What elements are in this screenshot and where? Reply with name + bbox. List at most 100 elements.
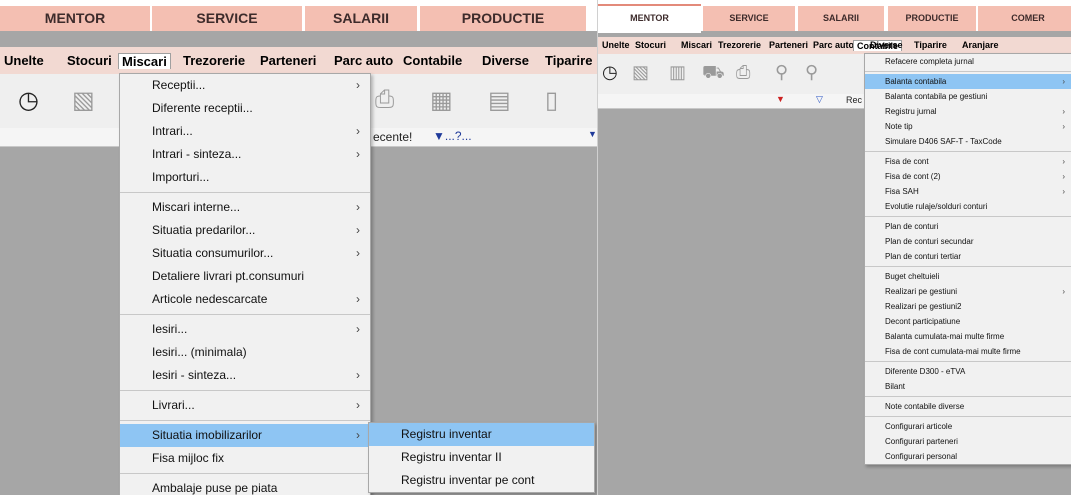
menu-trezorerie[interactable]: Trezorerie xyxy=(180,53,248,68)
clock-icon[interactable]: ◷ xyxy=(18,86,39,115)
menu-item-label: Diferente receptii... xyxy=(152,101,253,115)
menu-item-bilant[interactable]: Bilant xyxy=(865,379,1071,394)
dropdown-arrow-icon[interactable]: ▼ xyxy=(776,94,785,104)
submenu-item-registru-inventar-ii[interactable]: Registru inventar II xyxy=(369,446,594,469)
menu-item-label: Situatia consumurilor... xyxy=(152,246,274,260)
menu-item-iesiri[interactable]: Iesiri... › xyxy=(120,318,370,341)
menu-item-label: Detaliere livrari pt.consumuri xyxy=(152,269,305,283)
calculator-icon[interactable]: ▤ xyxy=(488,86,511,115)
menu-miscari[interactable]: Miscari xyxy=(118,53,171,69)
menu-item-simulare-d406-saf-t-taxcode[interactable]: Simulare D406 SAF-T - TaxCode xyxy=(865,134,1071,149)
menu-item-balanta-contabila[interactable]: Balanta contabila › xyxy=(865,74,1071,89)
menu-parteneri[interactable]: Parteneri xyxy=(766,40,811,50)
menu-item-fisa-de-cont[interactable]: Fisa de cont › xyxy=(865,154,1071,169)
filter-arrow-icon[interactable]: ▼ xyxy=(588,129,597,139)
menu-item-note-contabile-diverse[interactable]: Note contabile diverse xyxy=(865,399,1071,414)
tab-comer[interactable]: COMER xyxy=(978,6,1071,31)
menu-item-situatia-imobilizarilor[interactable]: Situatia imobilizarilor › xyxy=(120,424,370,447)
menu-stocuri[interactable]: Stocuri xyxy=(632,40,669,50)
menu-item-situatia-predarilor[interactable]: Situatia predarilor... › xyxy=(120,219,370,242)
menu-item-fisa-de-cont-2[interactable]: Fisa de cont (2) › xyxy=(865,169,1071,184)
menu-item-fisa-mijloc-fix[interactable]: Fisa mijloc fix xyxy=(120,447,370,470)
tab-productie[interactable]: PRODUCTIE xyxy=(420,6,586,31)
menu-item-situatia-consumurilor[interactable]: Situatia consumurilor... › xyxy=(120,242,370,265)
menu-item-receptii[interactable]: Receptii... › xyxy=(120,74,370,97)
menu-stocuri[interactable]: Stocuri xyxy=(64,53,115,68)
submenu-item-registru-inventar[interactable]: Registru inventar xyxy=(369,423,594,446)
menu-item-intrari[interactable]: Intrari... › xyxy=(120,120,370,143)
chevron-right-icon: › xyxy=(356,223,360,237)
filter-dropdown[interactable]: ▼...?... xyxy=(433,129,472,143)
menu-diverse[interactable]: Diverse xyxy=(479,53,532,68)
menu-item-decont-participatiune[interactable]: Decont participatiune xyxy=(865,314,1071,329)
menu-item-diferente-d300-etva[interactable]: Diferente D300 - eTVA xyxy=(865,364,1071,379)
menu-item-configurari-parteneri[interactable]: Configurari parteneri xyxy=(865,434,1071,449)
menu-tiparire[interactable]: Tiparire xyxy=(911,40,950,50)
menu-item-fisa-de-cont-cumulata-mai-multe-firme[interactable]: Fisa de cont cumulata-mai multe firme xyxy=(865,344,1071,359)
menu-item-refacere-completa-jurnal[interactable]: Refacere completa jurnal xyxy=(865,54,1071,69)
printer-icon[interactable]: ⎙ xyxy=(375,86,394,114)
menu-tiparire[interactable]: Tiparire xyxy=(542,53,595,68)
menu-item-miscari-interne[interactable]: Miscari interne... › xyxy=(120,196,370,219)
report-icon[interactable]: ▧ xyxy=(632,62,649,83)
menu-item-realizari-pe-gestiuni[interactable]: Realizari pe gestiuni › xyxy=(865,284,1071,299)
menu-item-label: Evolutie rulaje/solduri conturi xyxy=(885,202,988,211)
menu-item-importuri[interactable]: Importuri... xyxy=(120,166,370,189)
menu-item-label: Note tip xyxy=(885,122,913,131)
menu-parc-auto[interactable]: Parc auto xyxy=(331,53,396,68)
menu-item-registru-jurnal[interactable]: Registru jurnal › xyxy=(865,104,1071,119)
menu-item-ambalaje-puse-pe-piata[interactable]: Ambalaje puse pe piata xyxy=(120,477,370,495)
printer-icon[interactable]: ⎙ xyxy=(736,62,750,83)
menu-item-diferente-receptii[interactable]: Diferente receptii... xyxy=(120,97,370,120)
chevron-right-icon: › xyxy=(356,368,360,382)
chevron-right-icon: › xyxy=(356,147,360,161)
chart-icon[interactable]: ▦ xyxy=(430,86,453,115)
menu-item-livrari[interactable]: Livrari... › xyxy=(120,394,370,417)
submenu-item-registru-inventar-pe-cont[interactable]: Registru inventar pe cont xyxy=(369,469,594,492)
menu-item-iesiri-sinteza[interactable]: Iesiri - sinteza... › xyxy=(120,364,370,387)
menu-item-articole-nedescarcate[interactable]: Articole nedescarcate › xyxy=(120,288,370,311)
menu-diverse[interactable]: Diverse xyxy=(867,40,906,50)
zoom-icon[interactable]: ⚲ xyxy=(805,62,818,83)
tab-mentor[interactable]: MENTOR xyxy=(598,4,701,33)
menu-parteneri[interactable]: Parteneri xyxy=(257,53,319,68)
menu-item-label: Configurari articole xyxy=(885,422,953,431)
menu-item-balanta-cumulata-mai-multe-firme[interactable]: Balanta cumulata-mai multe firme xyxy=(865,329,1071,344)
tab-mentor[interactable]: MENTOR xyxy=(0,6,150,31)
search-icon[interactable]: ⚲ xyxy=(775,62,788,83)
tab-service[interactable]: SERVICE xyxy=(152,6,302,31)
tab-productie[interactable]: PRODUCTIE xyxy=(888,6,976,31)
menu-unelte[interactable]: Unelte xyxy=(1,53,47,68)
document-icon[interactable]: ▯ xyxy=(545,86,558,115)
menu-unelte[interactable]: Unelte xyxy=(599,40,633,50)
menu-item-configurari-articole[interactable]: Configurari articole xyxy=(865,419,1071,434)
menu-item-configurari-personal[interactable]: Configurari personal xyxy=(865,449,1071,464)
menu-item-balanta-contabila-pe-gestiuni[interactable]: Balanta contabila pe gestiuni xyxy=(865,89,1071,104)
tab-service[interactable]: SERVICE xyxy=(703,6,795,31)
filter-icon[interactable]: ▽ xyxy=(816,94,823,105)
menu-item-note-tip[interactable]: Note tip › xyxy=(865,119,1071,134)
menu-item-detaliere-livrari-pt-consumuri[interactable]: Detaliere livrari pt.consumuri xyxy=(120,265,370,288)
tab-salarii[interactable]: SALARII xyxy=(305,6,417,31)
menu-item-realizari-pe-gestiuni2[interactable]: Realizari pe gestiuni2 xyxy=(865,299,1071,314)
menu-item-intrari-sinteza[interactable]: Intrari - sinteza... › xyxy=(120,143,370,166)
menu-miscari[interactable]: Miscari xyxy=(678,40,715,50)
menu-item-label: Miscari interne... xyxy=(152,200,241,214)
menu-item-label: Diferente D300 - eTVA xyxy=(885,367,966,376)
report-icon[interactable]: ▧ xyxy=(72,86,95,115)
clock-icon[interactable]: ◷ xyxy=(602,62,618,83)
truck-icon[interactable]: ⛟ xyxy=(702,62,725,86)
menu-item-plan-de-conturi-tertiar[interactable]: Plan de conturi tertiar xyxy=(865,249,1071,264)
tab-salarii[interactable]: SALARII xyxy=(798,6,884,31)
menu-item-plan-de-conturi-secundar[interactable]: Plan de conturi secundar xyxy=(865,234,1071,249)
menu-item-evolutie-rulaje-solduri-conturi[interactable]: Evolutie rulaje/solduri conturi xyxy=(865,199,1071,214)
menu-item-buget-cheltuieli[interactable]: Buget cheltuieli xyxy=(865,269,1071,284)
clipboard-icon[interactable]: ▥ xyxy=(669,62,686,83)
menu-trezorerie[interactable]: Trezorerie xyxy=(715,40,764,50)
menu-item-fisa-sah[interactable]: Fisa SAH › xyxy=(865,184,1071,199)
menu-item-iesiri-minimala[interactable]: Iesiri... (minimala) xyxy=(120,341,370,364)
menu-aranjare[interactable]: Aranjare xyxy=(959,40,1002,50)
menu-item-plan-de-conturi[interactable]: Plan de conturi xyxy=(865,219,1071,234)
menu-parc-auto[interactable]: Parc auto xyxy=(810,40,857,50)
menu-contabile[interactable]: Contabile xyxy=(400,53,465,68)
